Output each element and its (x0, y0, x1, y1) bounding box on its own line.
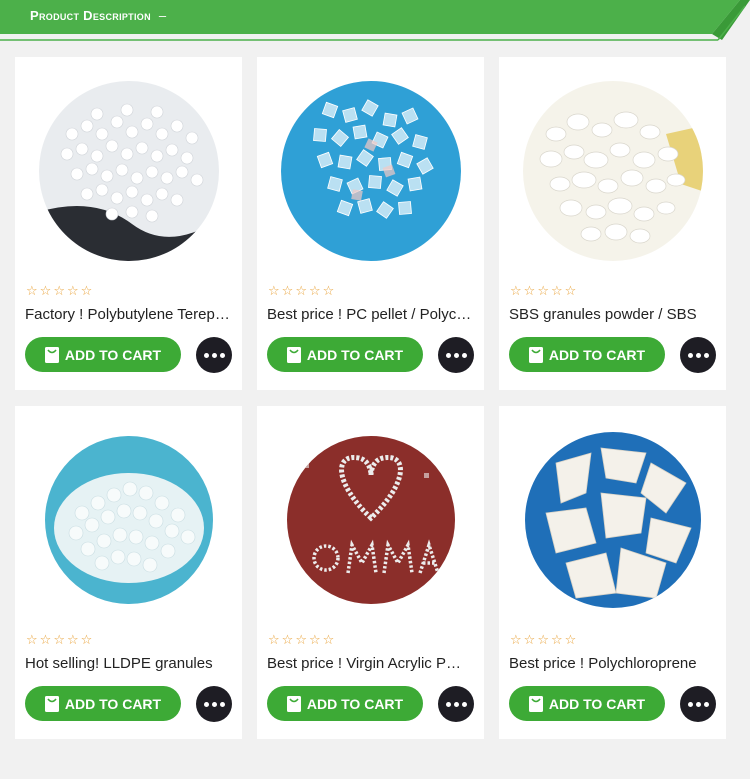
product-image[interactable] (516, 74, 711, 269)
ellipsis-icon (445, 701, 451, 707)
add-to-cart-button[interactable]: ADD TO CART (267, 337, 423, 372)
star-icon: ☆ (268, 284, 280, 299)
product-title[interactable]: Best price ! Virgin Acrylic PMMA (267, 655, 473, 672)
star-icon: ☆ (537, 633, 549, 648)
ellipsis-icon (203, 701, 209, 707)
star-icon: ☆ (39, 284, 52, 299)
add-to-cart-button[interactable]: ADD TO CART (509, 686, 665, 721)
star-icon: ☆ (66, 633, 79, 648)
add-to-cart-button[interactable]: ADD TO CART (509, 337, 665, 372)
ellipsis-icon (445, 352, 451, 358)
rating-stars: ☆ ☆ ☆ ☆ ☆ (510, 285, 576, 299)
section-title[interactable]: Product Description – (30, 8, 166, 23)
star-icon: ☆ (564, 633, 577, 648)
collapse-toggle[interactable]: – (159, 8, 167, 23)
more-options-button[interactable] (438, 337, 474, 373)
rating-stars: ☆ ☆ ☆ ☆ ☆ (268, 285, 334, 299)
rating-stars: ☆ ☆ ☆ ☆ ☆ (268, 634, 334, 648)
star-icon: ☆ (53, 633, 65, 648)
product-card[interactable]: ☆ ☆ ☆ ☆ ☆ Best price ! Polychloroprene ADD T… (499, 406, 726, 739)
product-title[interactable]: Best price ! Polychloroprene (509, 655, 715, 672)
product-image[interactable] (32, 423, 227, 618)
product-card[interactable]: ☆ ☆ ☆ ☆ ☆ Hot selling! LLDPE granules ADD TO… (15, 406, 242, 739)
star-icon: ☆ (564, 284, 577, 299)
star-icon: ☆ (39, 633, 52, 648)
section-header: Product Description – (0, 0, 750, 48)
add-to-cart-label: ADD TO CART (306, 695, 404, 712)
star-icon: ☆ (80, 633, 93, 648)
product-image[interactable] (516, 423, 711, 618)
more-options-button[interactable] (680, 337, 716, 373)
add-to-cart-button[interactable]: ADD TO CART (25, 686, 181, 721)
star-icon: ☆ (308, 284, 321, 299)
add-to-cart-button[interactable]: ADD TO CART (267, 686, 423, 721)
cart-icon (528, 346, 543, 363)
star-icon: ☆ (53, 284, 65, 299)
star-icon: ☆ (550, 633, 563, 648)
rating-stars: ☆ ☆ ☆ ☆ ☆ (26, 285, 92, 299)
add-to-cart-label: ADD TO CART (548, 695, 646, 712)
product-title[interactable]: Best price ! PC pellet / Polycarbonate (267, 306, 473, 323)
star-icon: ☆ (281, 284, 294, 299)
star-icon: ☆ (295, 633, 307, 648)
star-icon: ☆ (523, 284, 536, 299)
star-icon: ☆ (66, 284, 79, 299)
cart-icon (44, 346, 59, 363)
product-title[interactable]: Factory ! Polybutylene Terephthalate (25, 306, 231, 323)
star-icon: ☆ (308, 633, 321, 648)
section-title-text: Product Description (30, 8, 151, 23)
rating-stars: ☆ ☆ ☆ ☆ ☆ (26, 634, 92, 648)
ellipsis-icon (687, 701, 693, 707)
star-icon: ☆ (510, 633, 522, 648)
product-title[interactable]: SBS granules powder / SBS (509, 306, 715, 323)
star-icon: ☆ (510, 284, 522, 299)
product-card[interactable]: ☆☆☆☆☆ Factory ! Polybutylene Terephthala… (15, 57, 242, 390)
star-icon: ☆ (268, 633, 280, 648)
star-icon: ☆ (80, 284, 93, 299)
product-card[interactable]: ☆ ☆ ☆ ☆ ☆ SBS granules powder / SBS ADD TO C… (499, 57, 726, 390)
ellipsis-icon (687, 352, 693, 358)
cart-icon (286, 346, 301, 363)
rating-stars: ☆ ☆ ☆ ☆ ☆ (510, 634, 576, 648)
more-options-button[interactable] (196, 686, 232, 722)
product-card[interactable]: ☆ ☆ ☆ ☆ ☆ Best price ! Virgin Acrylic PMMA A… (257, 406, 484, 739)
star-icon: ☆ (523, 633, 536, 648)
cart-icon (44, 695, 59, 712)
star-icon: ☆ (26, 633, 38, 648)
add-to-cart-label: ADD TO CART (548, 346, 646, 363)
more-options-button[interactable] (196, 337, 232, 373)
product-card[interactable]: ☆☆☆☆☆ Best price ! PC pellet / Polycarbo… (257, 57, 484, 390)
star-icon: ☆ (322, 284, 335, 299)
product-image[interactable] (274, 74, 469, 269)
cart-icon (286, 695, 301, 712)
star-icon: ☆ (281, 633, 294, 648)
more-options-button[interactable] (680, 686, 716, 722)
add-to-cart-label: ADD TO CART (306, 346, 404, 363)
star-icon: ☆ (295, 284, 307, 299)
ellipsis-icon (203, 352, 209, 358)
star-icon: ☆ (26, 284, 38, 299)
more-options-button[interactable] (438, 686, 474, 722)
add-to-cart-label: ADD TO CART (64, 695, 162, 712)
star-icon: ☆ (550, 284, 563, 299)
product-title[interactable]: Hot selling! LLDPE granules (25, 655, 231, 672)
product-image[interactable] (32, 74, 227, 269)
star-icon: ☆ (537, 284, 549, 299)
add-to-cart-button[interactable]: ADD TO CART (25, 337, 181, 372)
star-icon: ☆ (322, 633, 335, 648)
product-image[interactable] (274, 423, 469, 618)
add-to-cart-label: ADD TO CART (64, 346, 162, 363)
cart-icon (528, 695, 543, 712)
